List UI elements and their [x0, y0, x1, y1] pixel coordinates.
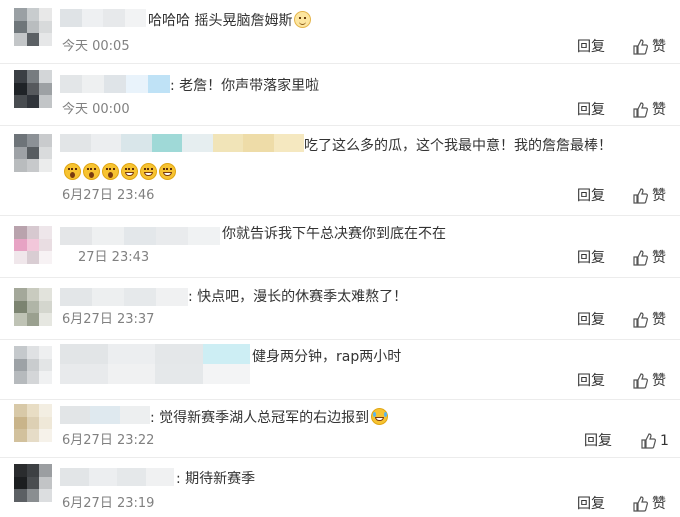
grin-icon — [140, 163, 157, 180]
reply-button[interactable]: 回复 — [577, 373, 605, 389]
username-blurred[interactable] — [60, 75, 170, 93]
thumbs-up-icon — [633, 39, 648, 55]
scream-icon — [83, 163, 100, 180]
comment-time: 6月27日 23:37 — [62, 312, 155, 327]
comment-text: 哈哈哈 摇头晃脑詹姆斯 — [148, 11, 312, 30]
reply-button[interactable]: 回复 — [577, 312, 605, 328]
reply-button[interactable]: 回复 — [577, 39, 605, 55]
cat-icon — [294, 11, 312, 28]
like-button[interactable]: 赞 — [632, 312, 666, 328]
emoji-line — [62, 163, 176, 180]
avatar[interactable] — [14, 404, 52, 442]
comment-item: : 觉得新赛季湖人总冠军的右边报到 6月27日 23:22 回复 1 — [0, 400, 680, 458]
comment-item: 你就告诉我下午总决赛你到底在不在 27日 23:43 回复 赞 — [0, 216, 680, 278]
avatar[interactable] — [14, 346, 52, 384]
comment-item: : 快点吧，漫长的休赛季太难熬了！ 6月27日 23:37 回复 赞 — [0, 278, 680, 340]
avatar[interactable] — [14, 8, 52, 46]
reply-button[interactable]: 回复 — [584, 433, 612, 449]
thumbs-up-icon — [633, 312, 648, 328]
comment-text: : 觉得新赛季湖人总冠军的右边报到 — [150, 408, 389, 427]
avatar[interactable] — [14, 464, 52, 502]
like-button[interactable]: 赞 — [632, 39, 666, 55]
grin-icon — [121, 163, 138, 180]
reply-button[interactable]: 回复 — [577, 188, 605, 204]
username-blurred[interactable] — [60, 288, 188, 306]
comment-time: 6月27日 23:46 — [62, 188, 155, 203]
comment-time: 6月27日 23:19 — [62, 496, 155, 511]
like-button[interactable]: 赞 — [632, 373, 666, 389]
like-count: 赞 — [652, 250, 666, 266]
username-blurred[interactable] — [60, 134, 304, 152]
like-count: 赞 — [652, 373, 666, 389]
comment-text: 你就告诉我下午总决赛你到底在不在 — [222, 226, 446, 242]
like-count: 赞 — [652, 312, 666, 328]
comment-text: : 快点吧，漫长的休赛季太难熬了！ — [188, 289, 408, 305]
comment-item: 健身两分钟，rap两小时 回复 赞 — [0, 340, 680, 400]
like-count: 赞 — [652, 188, 666, 204]
comment-text: 健身两分钟，rap两小时 — [252, 349, 402, 365]
thumbs-up-icon — [633, 373, 648, 389]
comment-item: 哈哈哈 摇头晃脑詹姆斯 今天 00:05 回复 赞 — [0, 0, 680, 64]
comment-time: 6月27日 23:22 — [62, 433, 155, 448]
like-button[interactable]: 赞 — [632, 188, 666, 204]
comment-text: : 期待新赛季 — [176, 471, 256, 487]
avatar[interactable] — [14, 226, 52, 264]
scream-icon — [102, 163, 119, 180]
username-blurred[interactable] — [60, 9, 146, 27]
comment-time: 27日 23:43 — [78, 250, 150, 265]
comment-time: 今天 00:00 — [62, 102, 130, 117]
reply-button[interactable]: 回复 — [577, 250, 605, 266]
grin-icon — [159, 163, 176, 180]
like-button[interactable]: 赞 — [632, 250, 666, 266]
avatar[interactable] — [14, 288, 52, 326]
username-blurred[interactable] — [60, 227, 220, 245]
comment-text: 吃了这么多的瓜，这个我最中意！我的詹詹最棒！ — [304, 138, 612, 154]
reply-button[interactable]: 回复 — [577, 496, 605, 512]
like-button[interactable]: 1 — [640, 433, 669, 449]
username-blurred[interactable] — [60, 406, 150, 424]
comment-item: 吃了这么多的瓜，这个我最中意！我的詹詹最棒！ 6月27日 23:46 回复 赞 — [0, 126, 680, 216]
like-button[interactable]: 赞 — [632, 102, 666, 118]
reply-button[interactable]: 回复 — [577, 102, 605, 118]
thumbs-up-icon — [633, 188, 648, 204]
comment-list: 哈哈哈 摇头晃脑詹姆斯 今天 00:05 回复 赞 : 老詹！你声带落家里啦 今… — [0, 0, 680, 517]
username-blurred[interactable] — [60, 344, 250, 384]
like-count: 赞 — [652, 496, 666, 512]
comment-time: 今天 00:05 — [62, 39, 130, 54]
comment-text: : 老詹！你声带落家里啦 — [170, 78, 320, 94]
thumbs-up-icon — [641, 433, 656, 449]
laugh-icon — [371, 408, 389, 425]
avatar[interactable] — [14, 70, 52, 108]
username-blurred[interactable] — [60, 468, 174, 486]
thumbs-up-icon — [633, 102, 648, 118]
comment-item: : 老詹！你声带落家里啦 今天 00:00 回复 赞 — [0, 64, 680, 126]
thumbs-up-icon — [633, 496, 648, 512]
like-count: 赞 — [652, 39, 666, 55]
like-button[interactable]: 赞 — [632, 496, 666, 512]
thumbs-up-icon — [633, 250, 648, 266]
avatar[interactable] — [14, 134, 52, 172]
comment-item: : 期待新赛季 6月27日 23:19 回复 赞 — [0, 458, 680, 517]
like-count: 赞 — [652, 102, 666, 118]
like-count: 1 — [660, 433, 669, 449]
scream-icon — [64, 163, 81, 180]
